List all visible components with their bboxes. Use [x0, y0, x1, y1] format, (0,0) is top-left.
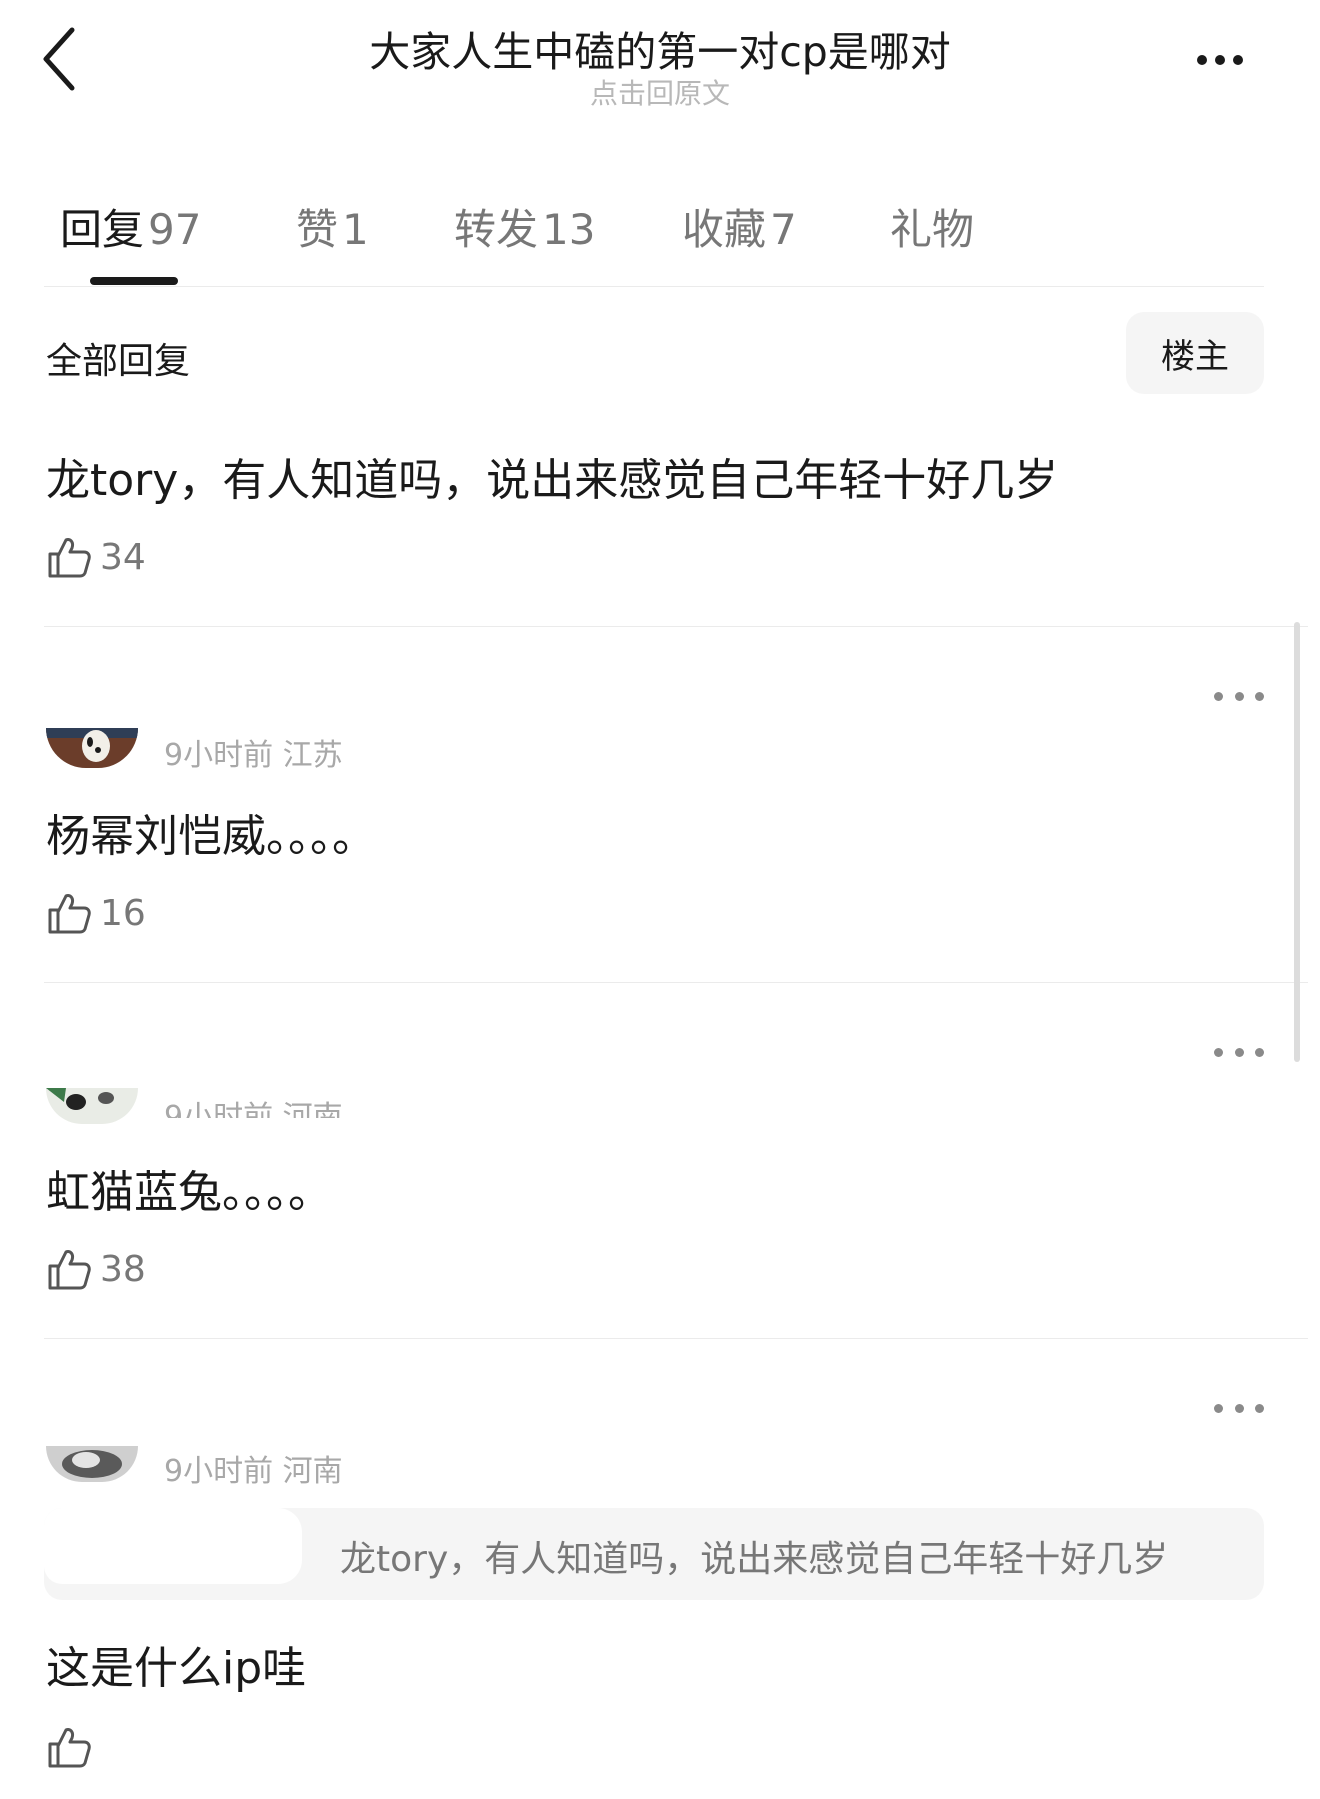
comment-more-button[interactable] [1214, 1042, 1264, 1062]
tab-replies[interactable]: 回复97 [60, 196, 201, 257]
scrollbar[interactable] [1294, 622, 1300, 1062]
comment-meta: 9小时前 江苏 [164, 738, 343, 773]
avatar[interactable] [46, 1088, 138, 1124]
like-button[interactable] [46, 1722, 100, 1772]
comment-meta: 9小时前 河南 [164, 1454, 343, 1489]
tab-label: 礼物 [890, 205, 975, 254]
owner-only-button[interactable]: 楼主 [1126, 312, 1264, 394]
more-options-button[interactable] [1180, 40, 1260, 80]
like-button[interactable]: 38 [46, 1244, 146, 1294]
comment-meta: 9小时前 河南 [164, 1100, 343, 1118]
divider [44, 1338, 1308, 1339]
more-horizontal-icon [1214, 691, 1223, 701]
like-count: 34 [100, 536, 146, 578]
thumbs-up-icon [48, 894, 91, 934]
tab-reposts[interactable]: 转发13 [454, 196, 595, 257]
more-horizontal-icon [1197, 55, 1207, 65]
thumbs-up-icon [48, 538, 91, 578]
more-horizontal-icon [1214, 1047, 1223, 1057]
like-count: 38 [100, 1248, 146, 1290]
tab-label: 回复 [60, 205, 145, 254]
quoted-reply-text: 龙tory，有人知道吗，说出来感觉自己年轻十好几岁 [340, 1539, 1169, 1580]
avatar[interactable] [46, 1446, 138, 1482]
tab-count: 7 [770, 205, 797, 254]
like-button[interactable]: 34 [46, 532, 146, 582]
tab-label: 转发 [454, 205, 539, 254]
all-replies-label: 全部回复 [46, 341, 191, 382]
avatar[interactable] [46, 728, 138, 768]
divider [44, 286, 1264, 287]
view-original-link[interactable]: 点击回原文 [0, 72, 1320, 112]
thumbs-up-icon [48, 1728, 91, 1768]
tab-likes[interactable]: 赞1 [296, 196, 369, 257]
like-button[interactable]: 16 [46, 888, 146, 938]
divider [44, 626, 1308, 627]
comment-text: 龙tory，有人知道吗，说出来感觉自己年轻十好几岁 [46, 455, 1059, 506]
tab-label: 赞 [296, 205, 339, 254]
thumbs-up-icon [48, 1250, 91, 1290]
tab-count: 1 [342, 205, 369, 254]
tab-label: 收藏 [682, 205, 767, 254]
comment-text: 这是什么ip哇 [46, 1643, 307, 1694]
comment-more-button[interactable] [1214, 1398, 1264, 1418]
page-title: 大家人生中磕的第一对cp是哪对 [369, 28, 951, 76]
comment-more-button[interactable] [1214, 686, 1264, 706]
tab-favorites[interactable]: 收藏7 [682, 196, 797, 257]
like-count: 16 [100, 892, 146, 934]
comment-text: 杨幂刘恺威。。。。 [46, 811, 376, 862]
active-tab-indicator [90, 277, 178, 285]
more-horizontal-icon [1214, 1403, 1223, 1413]
comment-text: 虹猫蓝兔。。。。 [46, 1167, 332, 1218]
tab-count: 13 [542, 205, 596, 254]
tab-gifts[interactable]: 礼物 [890, 196, 974, 257]
tab-count: 97 [148, 205, 202, 254]
divider [44, 982, 1308, 983]
